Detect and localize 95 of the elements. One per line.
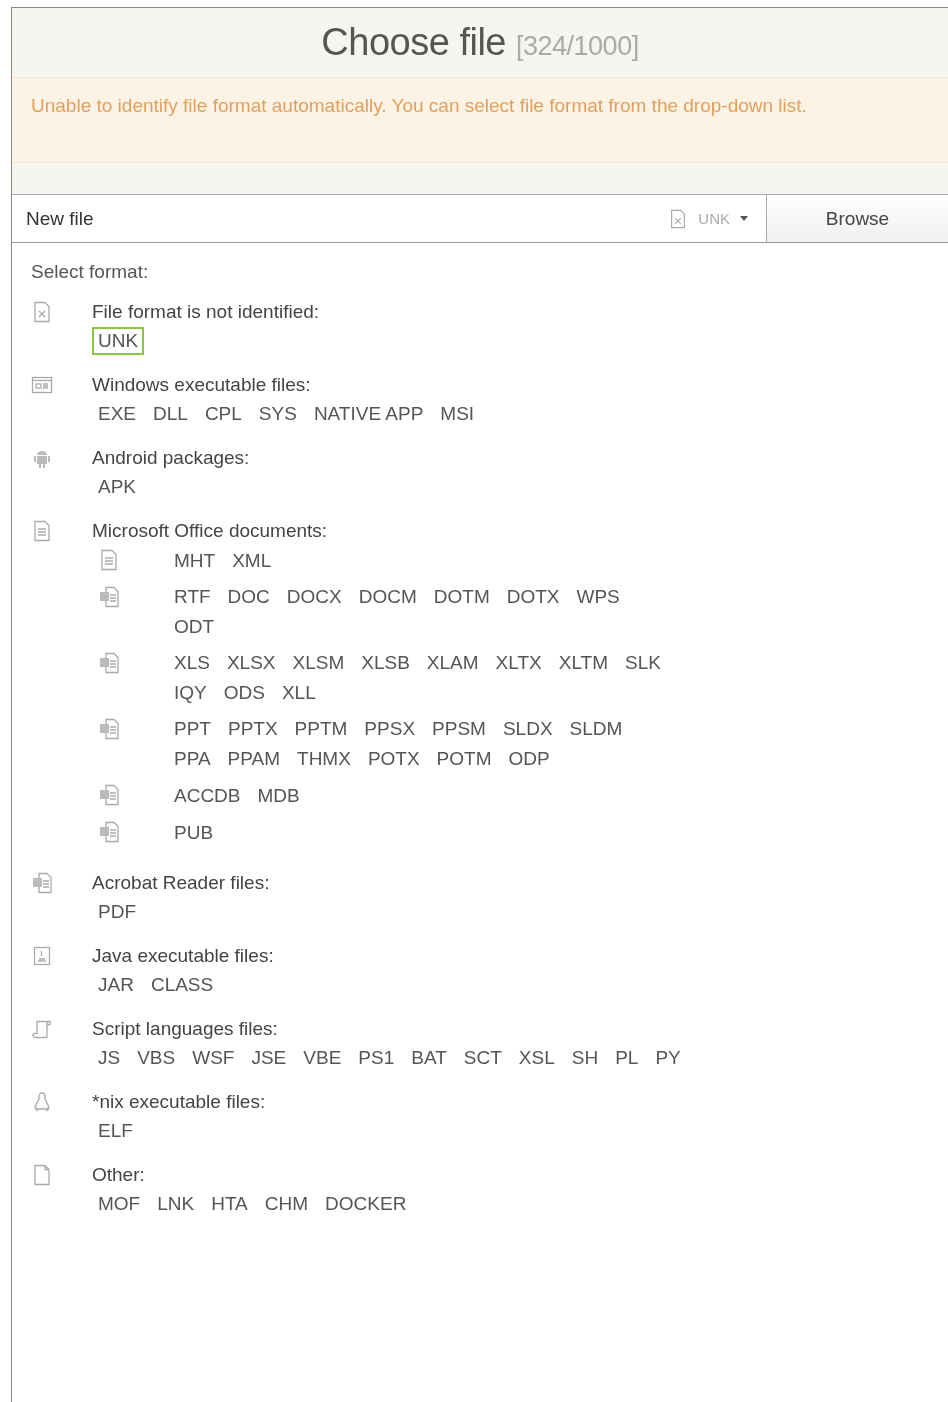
group-label: Acrobat Reader files: xyxy=(92,871,270,895)
group-label: Android packages: xyxy=(92,446,250,470)
format-option[interactable]: DLL xyxy=(147,400,194,428)
format-option[interactable]: ODT xyxy=(168,613,221,641)
format-option[interactable]: ELF xyxy=(92,1117,139,1145)
format-option[interactable]: JS xyxy=(92,1044,127,1072)
warning-message: Unable to identify file format automatically. You can select file format from the drop-down list. xyxy=(12,77,948,163)
group-label: Microsoft Office documents: xyxy=(92,519,329,543)
format-option[interactable]: VBS xyxy=(131,1044,182,1072)
format-option[interactable]: WSF xyxy=(186,1044,241,1072)
format-option[interactable]: THMX xyxy=(291,745,357,773)
office-file-icon xyxy=(98,821,120,843)
group-label: Windows executable files: xyxy=(92,373,312,397)
format-option[interactable]: XLL xyxy=(275,679,322,707)
format-option[interactable]: MOF xyxy=(92,1190,147,1218)
format-option[interactable]: XML xyxy=(226,546,278,575)
format-option[interactable]: PPA xyxy=(168,745,217,773)
document-icon xyxy=(31,520,53,542)
format-option[interactable]: IQY xyxy=(168,679,213,707)
format-option[interactable]: ODP xyxy=(502,745,556,773)
format-option[interactable]: PPTX xyxy=(221,715,284,743)
format-option[interactable]: PUB xyxy=(168,818,220,847)
format-option[interactable]: DOCKER xyxy=(319,1190,413,1218)
format-option[interactable]: XLSB xyxy=(355,649,416,677)
format-option[interactable]: XLS xyxy=(168,649,216,677)
group-label: File format is not identified: xyxy=(92,300,320,324)
browse-button[interactable]: Browse xyxy=(766,195,948,242)
office-file-icon xyxy=(98,652,120,674)
office-file-icon xyxy=(31,872,53,894)
window-icon xyxy=(31,374,53,396)
format-option[interactable]: PPT xyxy=(168,715,217,743)
office-file-icon xyxy=(98,586,120,608)
format-option[interactable]: CPL xyxy=(198,400,248,428)
format-option[interactable]: LNK xyxy=(151,1190,201,1218)
group-label: *nix executable files: xyxy=(92,1090,266,1114)
format-option[interactable]: JAR xyxy=(92,971,140,999)
format-option[interactable]: ODS xyxy=(217,679,271,707)
format-option[interactable]: MDB xyxy=(251,781,306,810)
scroll-icon xyxy=(31,1018,53,1040)
format-option[interactable]: BAT xyxy=(405,1044,453,1072)
dialog-title: Choose file [324/1000] xyxy=(321,21,639,64)
format-option[interactable]: DOCM xyxy=(352,583,423,611)
format-option[interactable]: PPAM xyxy=(221,745,287,773)
format-option[interactable]: SLDX xyxy=(496,715,559,743)
format-option[interactable]: UNK xyxy=(92,327,145,355)
java-file-icon xyxy=(31,945,53,967)
format-option[interactable]: PPSM xyxy=(426,715,492,743)
file-cross-icon xyxy=(31,301,53,323)
format-option[interactable]: VBE xyxy=(297,1044,348,1072)
format-option[interactable]: XLTX xyxy=(489,649,548,677)
format-option[interactable]: XLAM xyxy=(420,649,485,677)
format-option[interactable]: XLSX xyxy=(220,649,282,677)
format-option[interactable]: SLDM xyxy=(563,715,629,743)
format-option[interactable]: PDF xyxy=(92,898,142,926)
format-option[interactable]: PPTM xyxy=(288,715,354,743)
format-option[interactable]: XSL xyxy=(512,1044,561,1072)
format-option[interactable]: PPSX xyxy=(358,715,422,743)
format-option[interactable]: CHM xyxy=(258,1190,315,1218)
format-option[interactable]: MHT xyxy=(168,546,222,575)
format-option[interactable]: SYS xyxy=(252,400,303,428)
file-counter: [324/1000] xyxy=(516,31,639,61)
format-option[interactable]: DOTX xyxy=(500,583,566,611)
format-option[interactable]: SLK xyxy=(619,649,667,677)
format-option[interactable]: DOTM xyxy=(427,583,496,611)
group-label: Other: xyxy=(92,1163,146,1187)
blank-file-icon xyxy=(31,1164,53,1186)
format-option[interactable]: APK xyxy=(92,473,143,501)
office-file-icon xyxy=(98,784,120,806)
format-option[interactable]: PY xyxy=(649,1044,687,1072)
format-option[interactable]: XLSM xyxy=(286,649,351,677)
format-option[interactable]: XLTM xyxy=(552,649,614,677)
format-option[interactable]: NATIVE APP xyxy=(307,400,430,428)
format-option[interactable]: PL xyxy=(609,1044,645,1072)
format-option[interactable]: DOCX xyxy=(280,583,348,611)
format-option[interactable]: PS1 xyxy=(352,1044,401,1072)
format-option[interactable]: ACCDB xyxy=(168,781,247,810)
format-option[interactable]: CLASS xyxy=(144,971,220,999)
format-option[interactable]: WPS xyxy=(570,583,626,611)
format-option[interactable]: DOC xyxy=(221,583,276,611)
file-name: New file xyxy=(25,206,95,231)
format-option[interactable]: MSI xyxy=(434,400,481,428)
format-option[interactable]: POTM xyxy=(430,745,498,773)
format-option[interactable]: EXE xyxy=(92,400,143,428)
caret-icon xyxy=(740,216,748,221)
office-file-icon xyxy=(98,718,120,740)
format-option[interactable]: HTA xyxy=(205,1190,254,1218)
group-label: Script languages files: xyxy=(92,1017,279,1041)
document-icon xyxy=(98,549,120,571)
format-option[interactable]: SCT xyxy=(457,1044,508,1072)
format-option[interactable]: SH xyxy=(565,1044,605,1072)
group-label: Java executable files: xyxy=(92,944,274,968)
format-option[interactable]: RTF xyxy=(168,583,217,611)
select-format-label: Select format: xyxy=(31,261,150,283)
format-option[interactable]: JSE xyxy=(245,1044,293,1072)
format-option[interactable]: POTX xyxy=(361,745,426,773)
